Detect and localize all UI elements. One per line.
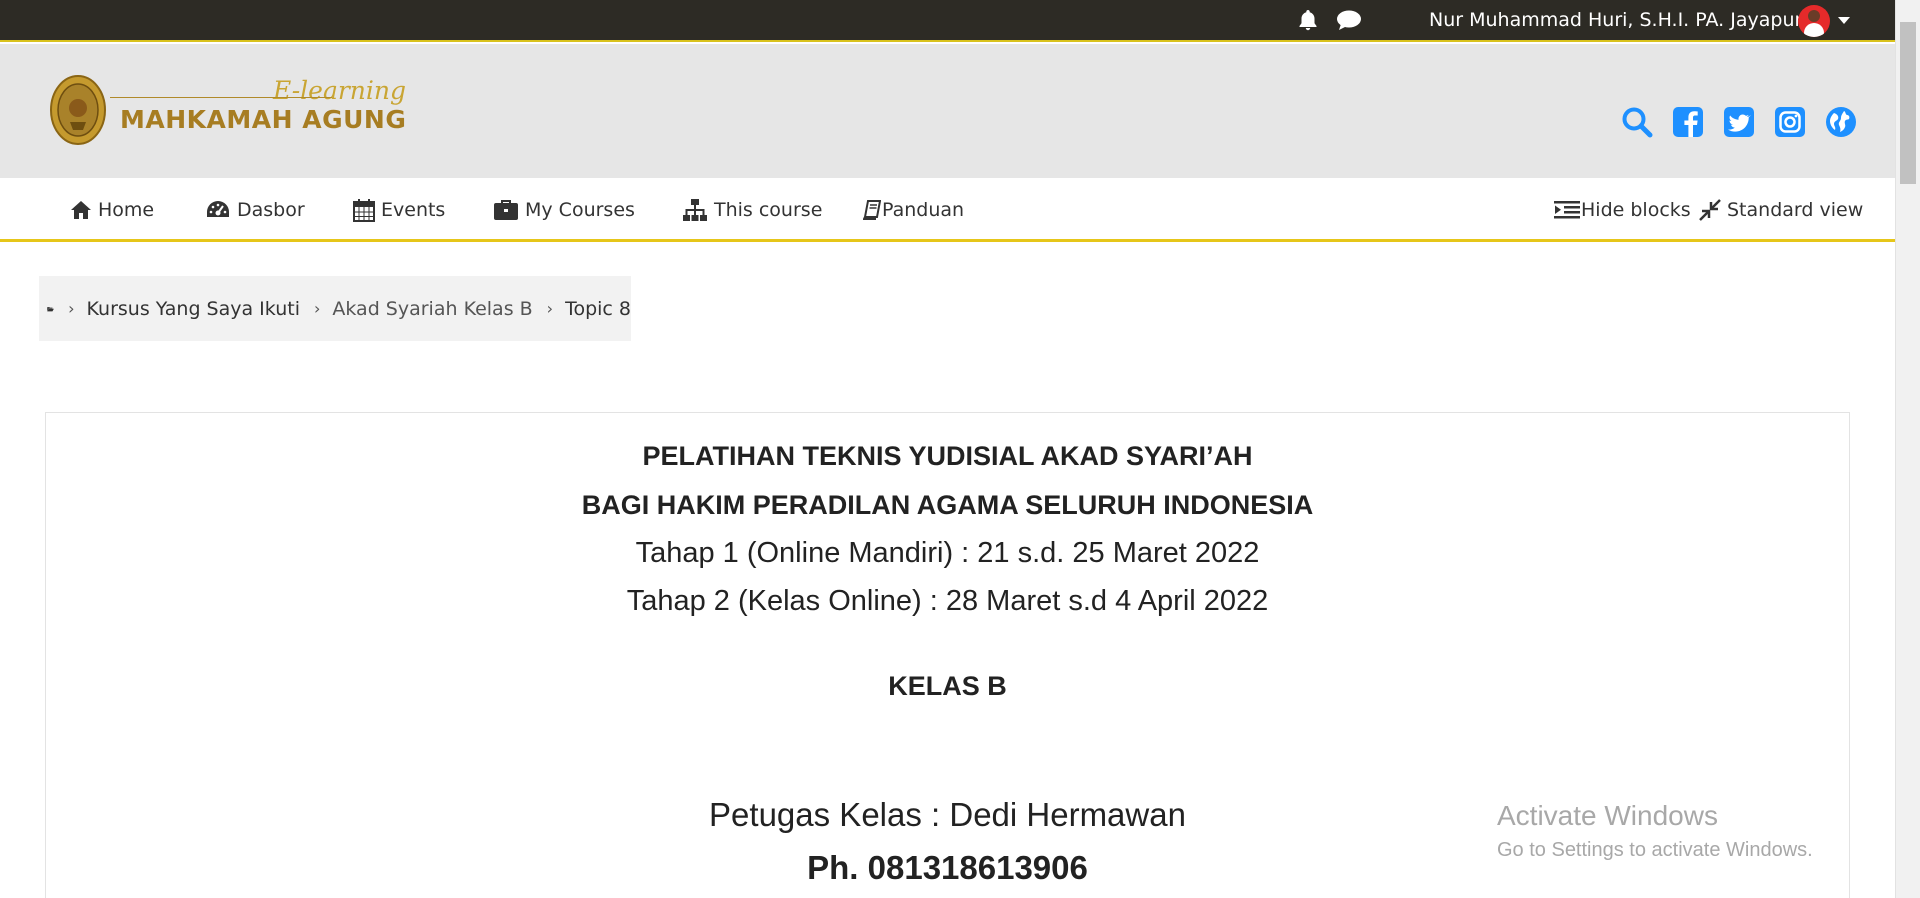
standard-view-label: Standard view	[1727, 199, 1864, 221]
breadcrumb-item-topic: Topic 8	[565, 297, 631, 320]
compress-icon	[1699, 199, 1721, 221]
activate-windows-subtitle: Go to Settings to activate Windows.	[1497, 839, 1813, 861]
page-scrollbar[interactable]	[1895, 0, 1920, 898]
folder-open-icon[interactable]	[47, 298, 54, 320]
breadcrumb-separator-icon: ›	[313, 299, 321, 318]
twitter-icon[interactable]	[1723, 106, 1755, 138]
chat-icon[interactable]	[1336, 9, 1362, 31]
bell-icon[interactable]	[1296, 8, 1320, 32]
nav-panduan-label: Panduan	[882, 199, 965, 221]
breadcrumb: › Kursus Yang Saya Ikuti › Akad Syariah …	[39, 276, 631, 341]
training-title-line-1: PELATIHAN TEKNIS YUDISIAL AKAD SYARI’AH	[642, 441, 1253, 471]
hide-blocks-label: Hide blocks	[1581, 199, 1691, 221]
nav-dasbor-label: Dasbor	[237, 199, 305, 221]
user-menu-caret-icon[interactable]	[1838, 17, 1850, 24]
site-logo[interactable]: E-learning MAHKAMAH AGUNG	[50, 74, 406, 156]
breadcrumb-item-course[interactable]: Akad Syariah Kelas B	[332, 298, 532, 320]
main-nav: Home Dasbor Events My Courses This cours…	[0, 178, 1895, 242]
dashboard-icon	[207, 201, 229, 217]
training-title-line-2: BAGI HAKIM PERADILAN AGAMA SELURUH INDON…	[581, 490, 1314, 520]
nav-home[interactable]: Home	[70, 196, 154, 224]
breadcrumb-separator-icon: ›	[68, 299, 75, 318]
nav-this-course-label: This course	[714, 199, 823, 221]
breadcrumb-separator-icon: ›	[546, 299, 554, 318]
indent-icon	[1554, 201, 1580, 219]
logo-name-text: MAHKAMAH AGUNG	[120, 105, 407, 134]
top-bar: Nur Muhammad Huri, S.H.I. PA. Jayapura	[0, 0, 1895, 42]
activate-windows-title: Activate Windows	[1497, 800, 1718, 831]
stage-1-dates: Tahap 1 (Online Mandiri) : 21 s.d. 25 Ma…	[635, 537, 1260, 569]
class-name: KELAS B	[888, 671, 1007, 701]
standard-view-button[interactable]: Standard view	[1699, 196, 1863, 224]
nav-this-course[interactable]: This course	[682, 196, 822, 224]
search-icon[interactable]	[1621, 106, 1653, 138]
user-name[interactable]: Nur Muhammad Huri, S.H.I. PA. Jayapura	[1429, 9, 1814, 31]
nav-home-label: Home	[98, 199, 155, 221]
avatar[interactable]	[1798, 5, 1830, 37]
site-header: E-learning MAHKAMAH AGUNG	[0, 44, 1895, 178]
nav-my-courses-label: My Courses	[525, 199, 635, 221]
breadcrumb-item-kursus[interactable]: Kursus Yang Saya Ikuti	[87, 298, 300, 320]
mahkamah-agung-seal-icon	[50, 75, 106, 145]
page: Nur Muhammad Huri, S.H.I. PA. Jayapura E…	[0, 0, 1920, 898]
logo-divider	[110, 97, 332, 98]
facebook-icon[interactable]	[1672, 106, 1704, 138]
book-icon	[863, 200, 881, 220]
briefcase-icon	[494, 200, 518, 220]
nav-dasbor[interactable]: Dasbor	[205, 196, 305, 224]
avatar-face	[1808, 10, 1820, 22]
nav-events-label: Events	[381, 199, 446, 221]
globe-icon[interactable]	[1825, 106, 1857, 138]
instagram-icon[interactable]	[1774, 106, 1806, 138]
nav-panduan[interactable]: Panduan	[863, 196, 964, 224]
scrollbar-thumb[interactable]	[1900, 22, 1916, 184]
nav-events[interactable]: Events	[353, 196, 445, 224]
avatar-body	[1804, 23, 1824, 37]
logo-elearning-text: E-learning	[273, 76, 407, 105]
calendar-icon	[353, 199, 375, 222]
sitemap-icon	[683, 199, 707, 221]
hide-blocks-button[interactable]: Hide blocks	[1554, 196, 1691, 224]
stage-2-dates: Tahap 2 (Kelas Online) : 28 Maret s.d 4 …	[626, 585, 1269, 617]
home-icon	[71, 201, 91, 219]
nav-my-courses[interactable]: My Courses	[493, 196, 635, 224]
